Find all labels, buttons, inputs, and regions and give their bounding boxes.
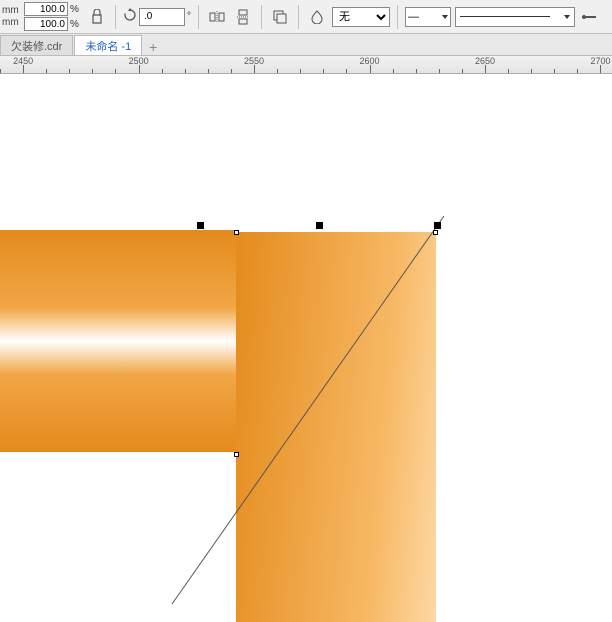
separator xyxy=(198,5,199,29)
add-tab-button[interactable]: + xyxy=(143,39,163,55)
width-unit: mm xyxy=(2,5,20,16)
lock-ratio-button[interactable] xyxy=(86,6,108,28)
order-button[interactable] xyxy=(269,6,291,28)
tab-document-2[interactable]: 未命名 -1 xyxy=(74,35,142,55)
chevron-down-icon xyxy=(442,15,448,19)
canvas[interactable] xyxy=(0,74,612,622)
ruler-mark: 2700 xyxy=(590,56,610,66)
ruler-mark: 2650 xyxy=(475,56,495,66)
scale-column: % % xyxy=(24,2,82,31)
separator xyxy=(115,5,116,29)
line-style-preview xyxy=(460,16,550,17)
mirror-horizontal-button[interactable] xyxy=(206,6,228,28)
selection-handle[interactable] xyxy=(197,222,204,229)
percent-label: % xyxy=(70,19,82,30)
percent-label: % xyxy=(70,4,82,15)
ruler-mark: 2500 xyxy=(129,56,149,66)
tab-document-1[interactable]: 欠装修.cdr xyxy=(0,35,73,55)
ruler-mark: 2450 xyxy=(13,56,33,66)
scale-y-input[interactable] xyxy=(24,17,68,31)
selection-handle[interactable] xyxy=(434,222,441,229)
unit-column: mm mm xyxy=(2,5,20,28)
line-style-dropdown[interactable] xyxy=(455,7,575,27)
scale-x-input[interactable] xyxy=(24,2,68,16)
fill-icon[interactable] xyxy=(306,6,328,28)
selection-node[interactable] xyxy=(234,230,239,235)
line-width-dropdown[interactable]: — xyxy=(405,7,451,27)
property-toolbar: mm mm % % ° 无 — xyxy=(0,0,612,34)
separator xyxy=(261,5,262,29)
ruler-mark: 2550 xyxy=(244,56,264,66)
rotation-group: ° xyxy=(123,8,191,26)
line-endcap-button[interactable] xyxy=(579,6,601,28)
rotation-input[interactable] xyxy=(139,8,185,26)
selection-node[interactable] xyxy=(433,230,438,235)
vertical-gradient-shape[interactable] xyxy=(236,232,436,622)
rotate-icon xyxy=(123,8,137,25)
document-tabbar: 欠装修.cdr 未命名 -1 + xyxy=(0,34,612,56)
ruler-mark: 2600 xyxy=(360,56,380,66)
line-sample: — xyxy=(408,11,419,23)
fill-dropdown[interactable]: 无 xyxy=(332,7,390,27)
mirror-vertical-button[interactable] xyxy=(232,6,254,28)
horizontal-gradient-shape[interactable] xyxy=(0,230,237,452)
height-unit: mm xyxy=(2,17,20,28)
degree-label: ° xyxy=(187,11,191,22)
separator xyxy=(298,5,299,29)
separator xyxy=(397,5,398,29)
selection-handle[interactable] xyxy=(316,222,323,229)
horizontal-ruler[interactable]: 2450 2500 2550 2600 2650 2700 xyxy=(0,56,612,74)
selection-node[interactable] xyxy=(234,452,239,457)
chevron-down-icon xyxy=(564,15,570,19)
